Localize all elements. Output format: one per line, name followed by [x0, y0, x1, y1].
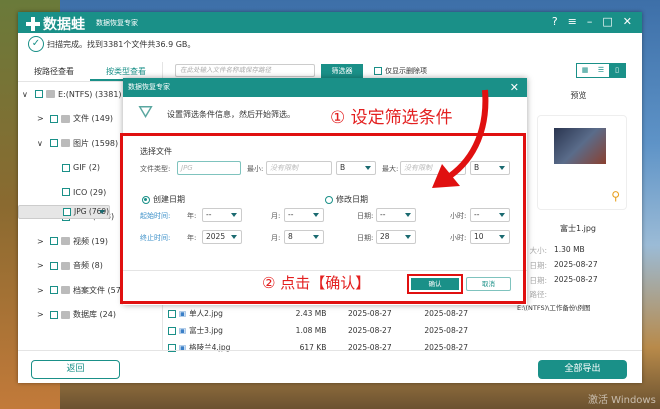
chevron-icon[interactable]: >: [37, 310, 47, 319]
preview-filename: 富士1.jpg: [560, 224, 597, 233]
sidebar-item-label: 文件 (149): [73, 114, 114, 124]
created-value: 2025-08-27: [554, 260, 598, 269]
title-bar: 数据蛙 数据恢复专家 ? ≡ – □ ✕: [18, 12, 642, 33]
cancel-button[interactable]: 取消: [466, 277, 511, 291]
size-label: 大小:: [529, 246, 547, 255]
document-icon: [61, 114, 70, 123]
filter-button[interactable]: 筛选器: [321, 64, 363, 78]
checkbox[interactable]: [50, 114, 58, 123]
checkbox[interactable]: [63, 207, 71, 216]
preview-title: 预览: [570, 91, 587, 100]
sidebar-item-label: JPG (769): [74, 206, 110, 216]
sidebar-item-label: GIF (2): [73, 163, 101, 173]
activation-watermark: 激活 Windows: [588, 395, 656, 406]
chevron-icon[interactable]: >: [37, 114, 47, 123]
thumbnail: [554, 128, 606, 164]
only-deleted-checkbox[interactable]: 仅显示删除项: [374, 66, 427, 76]
sidebar-item-label: 音频 (8): [73, 261, 103, 271]
sidebar-item-label: 视频 (19): [73, 236, 108, 246]
help-icon[interactable]: ?: [552, 15, 558, 28]
file-modified: 2025-08-27: [424, 326, 468, 335]
drive-icon: [46, 90, 55, 99]
file-row[interactable]: ▣ 单人2.jpg 2.43 MB 2025-08-27 2025-08-27: [168, 306, 468, 321]
image-icon: [61, 139, 70, 148]
modified-label: 日期:: [529, 276, 547, 285]
app-logo: 数据蛙: [26, 14, 85, 34]
zoom-icon[interactable]: ⚲: [611, 189, 620, 203]
dialog-title: 数据恢复专家: [128, 83, 170, 91]
ok-highlight: 确认: [407, 274, 463, 294]
file-created: 2025-08-27: [348, 309, 392, 318]
bottom-bar: 返回 全部导出: [18, 350, 642, 383]
chevron-icon[interactable]: ∨: [37, 139, 47, 148]
grid-view-icon[interactable]: ▦: [577, 64, 593, 77]
maximize-icon[interactable]: □: [602, 15, 612, 28]
list-view-icon[interactable]: ☰: [593, 64, 609, 77]
file-created: 2025-08-27: [348, 326, 392, 335]
close-icon[interactable]: ✕: [623, 15, 632, 28]
path-value: E:\(NTFS)\工作备份\例图: [517, 304, 591, 312]
sidebar-item-label: 图片 (1598): [73, 138, 119, 148]
annotation-step2: ② 点击【确认】: [262, 274, 371, 292]
checkbox[interactable]: [50, 310, 58, 319]
file-modified: 2025-08-27: [424, 309, 468, 318]
scan-status: ✓ 扫描完成。找到3381个文件共36.9 GB。: [28, 36, 195, 52]
status-text: 扫描完成。找到3381个文件共36.9 GB。: [47, 39, 196, 49]
file-name: 富士3.jpg: [189, 326, 223, 335]
close-icon[interactable]: ✕: [510, 78, 519, 97]
file-row[interactable]: ▣ 富士3.jpg 1.08 MB 2025-08-27 2025-08-27: [168, 323, 468, 338]
chevron-icon[interactable]: ∨: [22, 90, 32, 99]
preview-image: ⚲: [537, 115, 627, 210]
created-label: 日期:: [529, 261, 547, 270]
audio-icon: [61, 261, 70, 270]
minimize-icon[interactable]: –: [587, 15, 593, 28]
checkbox[interactable]: [50, 237, 58, 246]
only-deleted-label: 仅显示删除项: [385, 67, 427, 75]
checkbox[interactable]: [62, 188, 70, 197]
chevron-icon[interactable]: >: [37, 286, 47, 295]
app-subtitle: 数据恢复专家: [96, 19, 138, 27]
view-switcher: ▦ ☰ ▯: [576, 63, 626, 78]
image-file-icon: ▣: [179, 309, 187, 318]
logo-text: 数据蛙: [43, 17, 85, 33]
file-size: 1.08 MB: [295, 326, 327, 335]
checkbox[interactable]: [168, 326, 176, 335]
chevron-icon[interactable]: >: [37, 261, 47, 270]
plus-icon: [26, 17, 40, 31]
confirm-button[interactable]: 确认: [411, 278, 459, 290]
image-file-icon: ▣: [179, 326, 187, 335]
checkbox[interactable]: [35, 90, 43, 99]
annotation-arrow: [432, 89, 489, 188]
menu-icon[interactable]: ≡: [568, 15, 577, 28]
check-circle-icon: ✓: [28, 36, 44, 52]
sidebar-item[interactable]: > 数据库 (24): [18, 303, 162, 328]
database-icon: [61, 310, 70, 319]
checkbox[interactable]: [374, 67, 382, 75]
export-all-button[interactable]: 全部导出: [538, 360, 627, 379]
checkbox[interactable]: [50, 261, 58, 270]
sidebar-item-label: E:(NTFS) (3381): [58, 89, 122, 99]
checkbox[interactable]: [50, 139, 58, 148]
funnel-icon: ⛛: [138, 102, 154, 123]
search-input[interactable]: 在此处输入文件名称或保存路径: [175, 64, 315, 77]
path-label: 路径:: [529, 290, 547, 299]
preview-panel: 预览 ⚲ 富士1.jpg 大小: 1.30 MB 日期: 2025-08-27 日期…: [517, 82, 630, 352]
size-value: 1.30 MB: [554, 245, 585, 254]
tab-by-path[interactable]: 按路径查看: [18, 62, 90, 81]
detail-view-icon[interactable]: ▯: [609, 64, 625, 77]
checkbox[interactable]: [62, 163, 70, 172]
file-name: 单人2.jpg: [189, 309, 223, 318]
checkbox[interactable]: [50, 286, 58, 295]
video-icon: [61, 237, 70, 246]
archive-icon: [61, 286, 70, 295]
checkbox[interactable]: [168, 309, 176, 318]
sidebar-item-label: 数据库 (24): [73, 310, 116, 320]
modified-value: 2025-08-27: [554, 275, 598, 284]
back-button[interactable]: 返回: [31, 360, 120, 379]
chevron-icon[interactable]: >: [37, 237, 47, 246]
sidebar-item[interactable]: JPG (769): [18, 204, 111, 219]
sidebar-item-label: ICO (29): [73, 187, 107, 197]
dialog-intro: 设置筛选条件信息，然后开始筛选。: [167, 110, 295, 119]
file-size: 2.43 MB: [295, 309, 327, 318]
